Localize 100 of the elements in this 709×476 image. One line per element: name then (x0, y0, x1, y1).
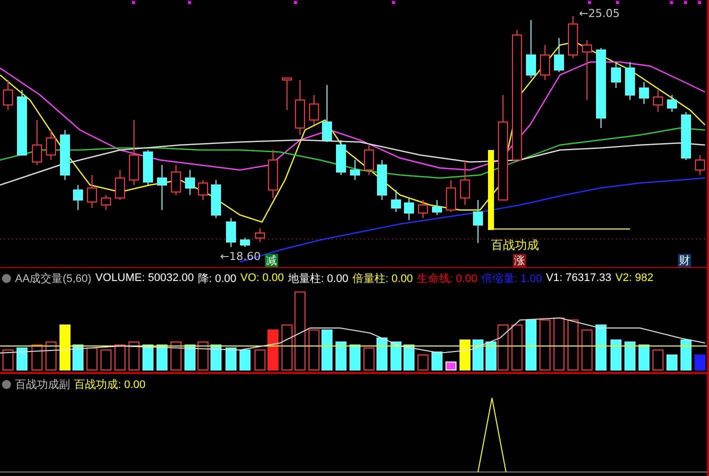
volume-bar (540, 320, 550, 370)
volume-bar (142, 344, 154, 370)
candlestick (473, 200, 483, 244)
indicator-label: AA成交量(5,60) (15, 272, 92, 286)
indicator-label: V2: 982 (615, 272, 654, 284)
candlestick (336, 140, 346, 176)
indicator-label: 生命线: 0.00 (416, 272, 478, 286)
volume-bar (418, 354, 428, 370)
candlestick (540, 44, 550, 80)
volume-bar (240, 350, 250, 370)
volume-bar (390, 342, 402, 370)
indicator-label: 百战功成副 (15, 378, 70, 392)
volume-bar (624, 342, 636, 370)
volume-bar (184, 344, 196, 370)
candlestick (639, 82, 649, 104)
volume-bar (2, 350, 14, 370)
candlestick (17, 90, 27, 156)
volume-bar (568, 320, 578, 370)
candlestick (240, 238, 250, 248)
candlestick (432, 200, 442, 216)
volume-bar (404, 344, 414, 370)
volume-bar (666, 354, 678, 370)
candlestick (322, 84, 332, 142)
candlestick (46, 130, 56, 160)
candlestick (667, 94, 677, 112)
candlestick (526, 20, 536, 78)
candlestick (129, 120, 139, 186)
volume-bar (16, 348, 28, 370)
candlestick (418, 200, 428, 218)
candlestick (391, 190, 401, 212)
volume-bar (526, 320, 536, 370)
panel-dot-icon (2, 380, 11, 388)
candlestick (695, 154, 705, 176)
candlestick (582, 40, 592, 100)
volume-bar (512, 324, 522, 370)
candlestick (32, 120, 42, 166)
volume-bar (680, 340, 692, 370)
high-price-label: ←25.05 (579, 7, 620, 20)
candlestick (309, 94, 319, 126)
candlestick (611, 62, 621, 88)
candlestick (157, 164, 167, 210)
volume-bar (226, 348, 236, 370)
volume-bar (554, 318, 564, 370)
marker-tag: 减 (265, 254, 278, 267)
candlestick (73, 184, 83, 210)
indicator-label: 地量柱: 0.00 (288, 272, 348, 286)
candlestick (101, 194, 111, 210)
panel-dot-icon (2, 274, 11, 282)
volume-bar (128, 342, 140, 370)
candlestick (226, 218, 236, 248)
volume-bar (446, 362, 456, 370)
volume-bar (268, 330, 278, 370)
candlestick (143, 150, 153, 186)
volume-bar (72, 344, 84, 370)
candlestick (377, 160, 387, 200)
volume-bar (610, 340, 622, 370)
low-price-label: ←18.60 (220, 250, 261, 263)
candlestick (255, 228, 265, 242)
volume-bar (86, 348, 98, 370)
indicator-label: 百战功成: 0.00 (74, 378, 146, 392)
indicator-label: V1: 76317.33 (546, 272, 612, 284)
candlestick (171, 164, 181, 196)
volume-bar (376, 338, 388, 370)
volume-bar (596, 324, 606, 370)
indicator-label: VO: 0.00 (240, 272, 284, 284)
candlestick (364, 144, 374, 176)
indicator-label: 降: 0.00 (198, 272, 236, 286)
volume-bar (282, 324, 292, 370)
candlestick (625, 62, 635, 100)
volume-bar (364, 348, 374, 370)
candlestick (115, 170, 125, 200)
volume-bar (308, 330, 320, 370)
candlestick (185, 170, 195, 196)
volume-bar (170, 342, 182, 370)
candlestick (653, 90, 663, 112)
volume-bar (46, 342, 56, 370)
candlestick (268, 150, 278, 198)
candlestick (60, 130, 70, 180)
candlestick (681, 112, 691, 160)
candlestick (350, 160, 360, 180)
candlestick (282, 78, 292, 110)
candlestick (295, 80, 305, 136)
volume-bar (472, 340, 484, 370)
volume-bar (582, 330, 592, 370)
candlestick (404, 198, 414, 220)
marker-tag: 财 (678, 254, 691, 267)
volume-bar (322, 330, 332, 370)
candlestick (3, 80, 13, 110)
volume-bar (210, 344, 222, 370)
volume-bar (114, 344, 126, 370)
candlestick (460, 160, 470, 206)
volume-bar (350, 344, 360, 370)
volume-bar (336, 342, 346, 370)
candlestick (198, 180, 208, 200)
candlestick (87, 174, 97, 208)
volume-bar (432, 352, 442, 370)
indicator-label: VOLUME: 50032.00 (95, 272, 194, 284)
volume-bar (198, 342, 208, 370)
indicator-label: 倍缩量: 1.00 (481, 272, 542, 286)
volume-bar (652, 350, 664, 370)
